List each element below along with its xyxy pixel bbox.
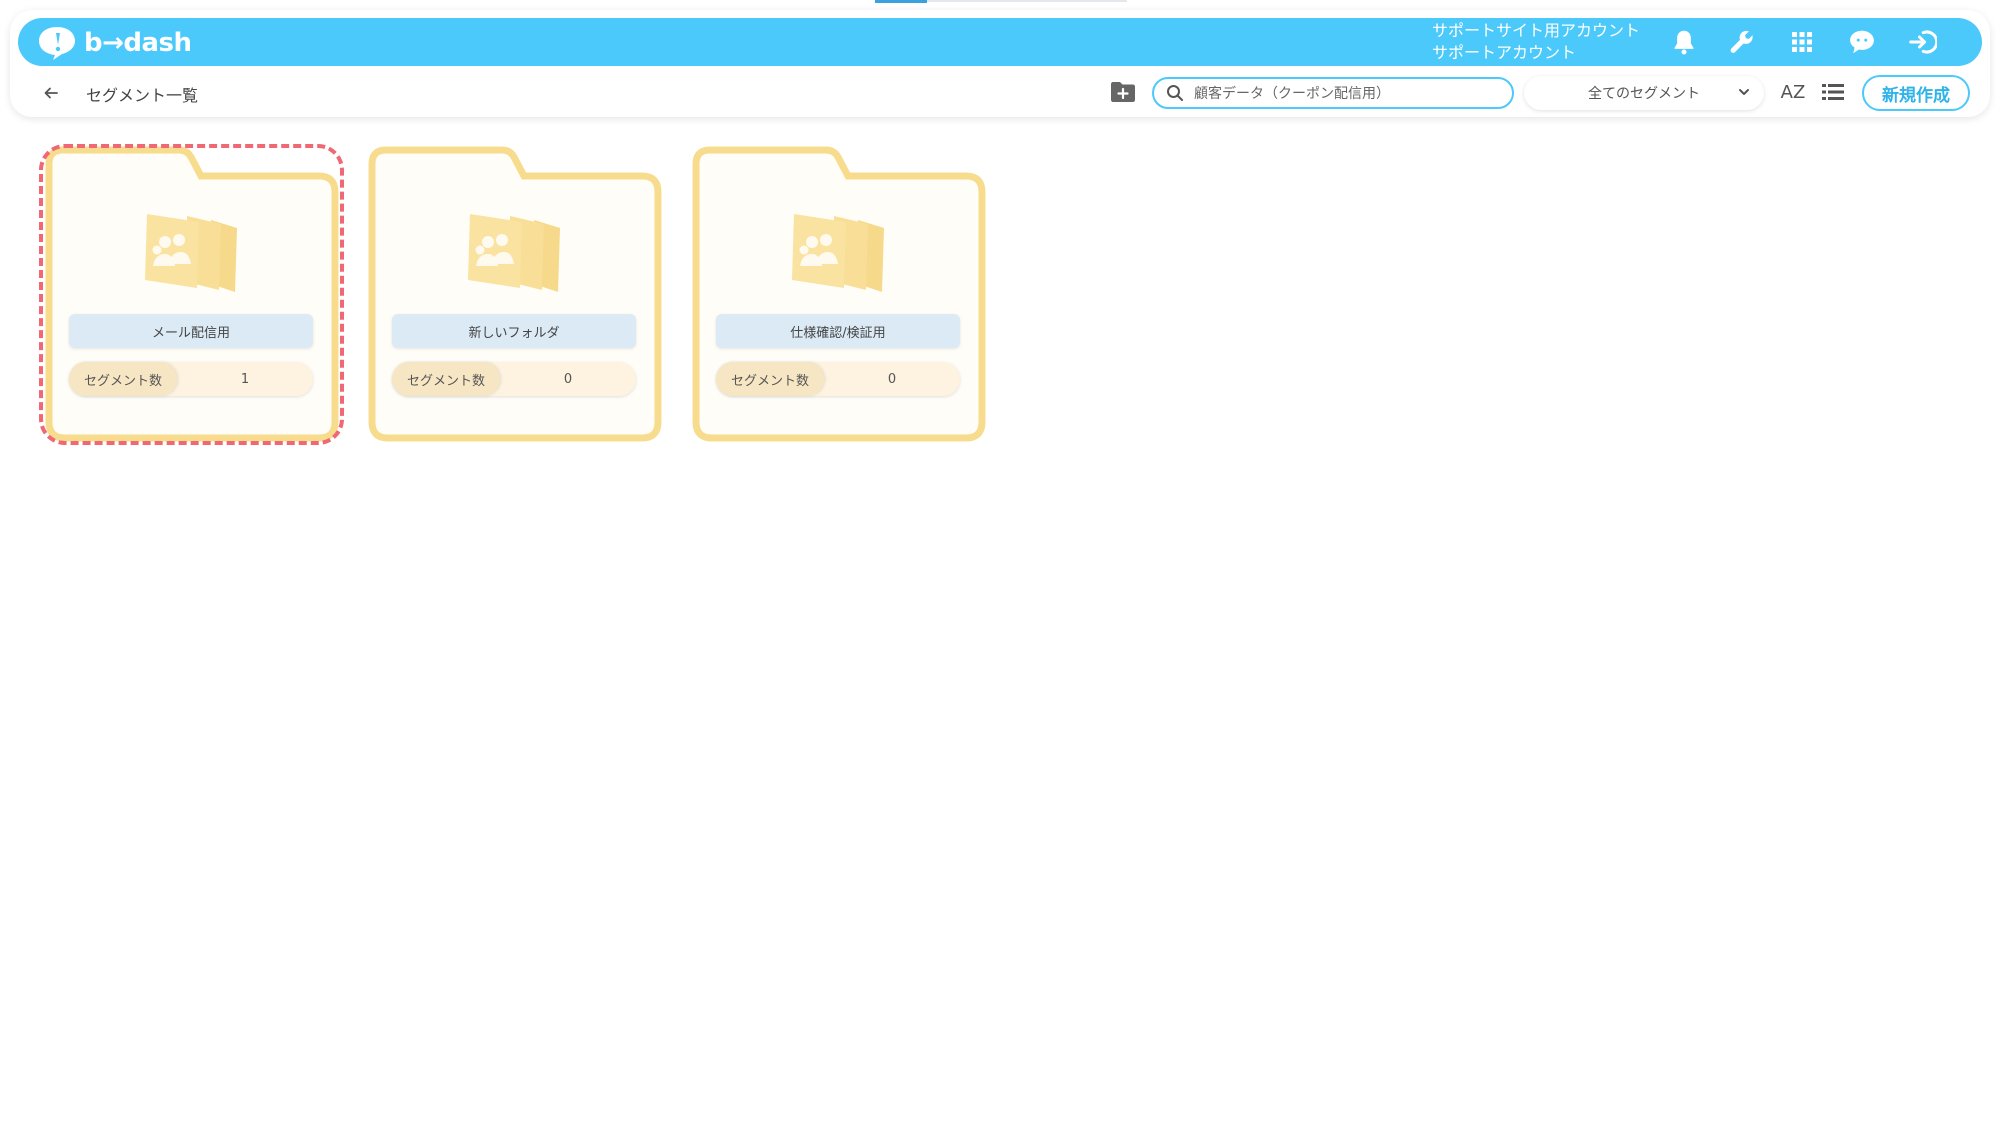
logout-icon[interactable] [1904,24,1940,60]
segment-count-value: 0 [563,371,573,387]
segment-count-label: セグメント数 [69,362,177,396]
apps-grid-icon[interactable] [1784,24,1820,60]
folder-card[interactable]: 新しいフォルダ セグメント数 0 [368,146,662,442]
segment-count-value: 0 [887,371,897,387]
bell-icon[interactable] [1666,24,1702,60]
logo-bubble-icon [39,27,75,60]
folder-shape [368,146,662,442]
segment-count-row: セグメント数 1 [69,362,313,396]
search-field[interactable] [1152,77,1514,109]
chat-icon[interactable] [1844,24,1880,60]
segment-group-icon [145,214,237,292]
logo-text: b→dash [84,28,192,58]
back-arrow-icon[interactable] [38,80,64,106]
folder-shape [45,146,339,442]
folder-name: 仕様確認/検証用 [716,314,960,348]
account-info[interactable]: サポートサイト用アカウント サポートアカウント [1432,20,1662,64]
sort-az-icon: AZ [1780,81,1806,103]
folder-name: メール配信用 [69,314,313,348]
sort-az-button[interactable]: AZ [1778,78,1808,106]
chevron-down-icon [1739,89,1749,95]
account-user-name: サポートアカウント [1432,43,1577,62]
folder-shape [692,146,986,442]
account-site-name: サポートサイト用アカウント [1432,21,1641,40]
app-logo[interactable]: b→dash [36,24,192,62]
segment-group-icon [468,214,560,292]
segment-filter-value: 全てのセグメント [1588,86,1700,102]
segment-filter-select[interactable]: 全てのセグメント [1524,76,1764,110]
wrench-icon[interactable] [1724,24,1760,60]
segment-group-icon [792,214,884,292]
list-view-icon[interactable] [1818,78,1848,106]
page-title: セグメント一覧 [86,86,199,105]
folder-card[interactable]: メール配信用 セグメント数 1 [45,146,339,442]
segment-count-row: セグメント数 0 [392,362,636,396]
top-tab-strip [927,0,1127,2]
folder-name: 新しいフォルダ [392,314,636,348]
new-create-button[interactable]: 新規作成 [1862,75,1970,111]
segment-count-label: セグメント数 [392,362,500,396]
search-input[interactable] [1194,85,1494,101]
segment-count-row: セグメント数 0 [716,362,960,396]
top-tab-indicator [875,0,927,3]
segment-count-value: 1 [240,371,250,387]
search-icon [1167,85,1183,101]
add-folder-icon[interactable] [1108,78,1138,106]
segment-count-label: セグメント数 [716,362,824,396]
folder-card[interactable]: 仕様確認/検証用 セグメント数 0 [692,146,986,442]
